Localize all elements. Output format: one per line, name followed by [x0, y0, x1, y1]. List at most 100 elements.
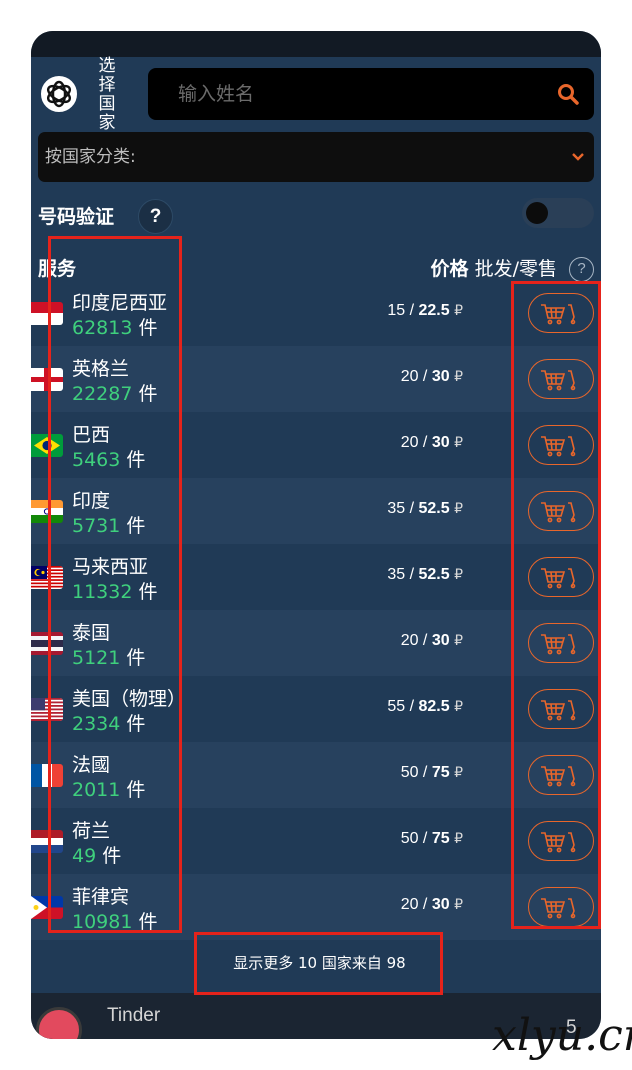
price-column-header: 价格 批发/零售	[431, 254, 557, 281]
price-value: 55 / 82.5 ₽	[387, 698, 463, 715]
wholesale-price: 50	[400, 830, 419, 847]
currency-symbol: ₽	[454, 698, 463, 714]
country-row[interactable]: 法國 2011 件 50 / 75 ₽	[31, 742, 601, 808]
netherlands-flag-icon	[31, 830, 63, 853]
stock-number: 5731	[72, 515, 121, 537]
buy-button[interactable]	[528, 887, 594, 927]
retail-price: 30	[431, 368, 450, 385]
stock-count: 5463 件	[72, 445, 145, 472]
retail-price: 52.5	[418, 566, 450, 583]
buy-button[interactable]	[528, 293, 594, 333]
retail-price: 75	[431, 764, 450, 781]
stock-unit: 件	[138, 581, 158, 603]
retail-price: 30	[431, 434, 450, 451]
chevron-down-icon	[572, 153, 584, 161]
stock-number: 10981	[72, 911, 133, 933]
price-value: 50 / 75 ₽	[400, 764, 463, 781]
price-value: 50 / 75 ₽	[400, 830, 463, 847]
currency-symbol: ₽	[454, 302, 463, 318]
tinder-logo-icon	[36, 1007, 82, 1039]
country-row[interactable]: 马来西亚 11332 件 35 / 52.5 ₽	[31, 544, 601, 610]
toggle-knob	[526, 202, 548, 224]
retail-price: 82.5	[418, 698, 450, 715]
stock-number: 2334	[72, 713, 121, 735]
stock-unit: 件	[126, 449, 146, 471]
country-name: 美国（物理）	[72, 688, 180, 708]
currency-symbol: ₽	[454, 830, 463, 846]
currency-symbol: ₽	[454, 434, 463, 450]
price-value: 20 / 30 ₽	[400, 368, 463, 385]
stock-unit: 件	[126, 515, 146, 537]
price-value: 35 / 52.5 ₽	[387, 500, 463, 517]
wholesale-price: 50	[400, 764, 419, 781]
country-row[interactable]: 印度尼西亚 62813 件 15 / 22.5 ₽	[31, 280, 601, 346]
country-name: 马来西亚	[72, 556, 149, 576]
price-value: 20 / 30 ₽	[400, 434, 463, 451]
stock-unit: 件	[138, 911, 158, 933]
malaysia-flag-icon	[31, 566, 63, 589]
price-value: 20 / 30 ₽	[400, 896, 463, 913]
show-more-button[interactable]: 显示更多 10 国家来自 98	[197, 934, 442, 992]
country-name: 英格兰	[72, 358, 130, 378]
buy-button[interactable]	[528, 425, 594, 465]
category-dropdown[interactable]: 按国家分类:	[38, 132, 594, 182]
currency-symbol: ₽	[454, 500, 463, 516]
buy-button[interactable]	[528, 689, 594, 729]
country-row[interactable]: 荷兰 49 件 50 / 75 ₽	[31, 808, 601, 874]
country-name: 泰国	[72, 622, 111, 642]
wholesale-price: 20	[400, 896, 419, 913]
select-country-label: 选择国家	[98, 56, 116, 133]
service-column-header: 服务	[38, 258, 77, 280]
stock-number: 5121	[72, 647, 121, 669]
country-name: 荷兰	[72, 820, 111, 840]
buy-button[interactable]	[528, 359, 594, 399]
price-value: 20 / 30 ₽	[400, 632, 463, 649]
retail-price: 75	[431, 830, 450, 847]
philippines-flag-icon	[31, 896, 63, 919]
retail-price: 30	[431, 632, 450, 649]
france-flag-icon	[31, 764, 63, 787]
stock-count: 22287 件	[72, 379, 158, 406]
buy-button[interactable]	[528, 623, 594, 663]
usa-flag-icon	[31, 698, 63, 721]
stock-number: 22287	[72, 383, 133, 405]
price-help-icon[interactable]: ?	[569, 257, 594, 282]
verification-label: 号码验证	[38, 206, 115, 228]
verification-toggle[interactable]	[522, 198, 594, 228]
wholesale-price: 35	[387, 566, 406, 583]
verification-help-button[interactable]: ?	[138, 199, 173, 234]
country-name: 巴西	[72, 424, 111, 444]
buy-button[interactable]	[528, 557, 594, 597]
wholesale-price: 20	[400, 368, 419, 385]
country-name: 印度尼西亚	[72, 292, 168, 312]
buy-button[interactable]	[528, 821, 594, 861]
search-input[interactable]: 输入姓名	[148, 68, 594, 120]
country-row[interactable]: 泰国 5121 件 20 / 30 ₽	[31, 610, 601, 676]
currency-symbol: ₽	[454, 896, 463, 912]
england-flag-icon	[31, 368, 63, 391]
currency-symbol: ₽	[454, 764, 463, 780]
status-bar	[31, 31, 601, 57]
country-row[interactable]: 巴西 5463 件 20 / 30 ₽	[31, 412, 601, 478]
stock-unit: 件	[126, 779, 146, 801]
search-icon[interactable]	[556, 82, 580, 106]
stock-unit: 件	[138, 383, 158, 405]
stock-unit: 件	[102, 845, 122, 867]
country-row[interactable]: 菲律宾 10981 件 20 / 30 ₽	[31, 874, 601, 940]
country-row[interactable]: 英格兰 22287 件 20 / 30 ₽	[31, 346, 601, 412]
buy-button[interactable]	[528, 491, 594, 531]
stock-count: 5121 件	[72, 643, 145, 670]
price-value: 35 / 52.5 ₽	[387, 566, 463, 583]
country-row[interactable]: 印度 5731 件 35 / 52.5 ₽	[31, 478, 601, 544]
stock-number: 62813	[72, 317, 133, 339]
openai-logo-icon[interactable]	[39, 74, 79, 114]
country-row[interactable]: 美国（物理） 2334 件 55 / 82.5 ₽	[31, 676, 601, 742]
price-value: 15 / 22.5 ₽	[387, 302, 463, 319]
stock-count: 10981 件	[72, 907, 158, 934]
retail-price: 22.5	[418, 302, 450, 319]
stock-number: 11332	[72, 581, 133, 603]
brazil-flag-icon	[31, 434, 63, 457]
currency-symbol: ₽	[454, 632, 463, 648]
retail-price: 30	[431, 896, 450, 913]
buy-button[interactable]	[528, 755, 594, 795]
